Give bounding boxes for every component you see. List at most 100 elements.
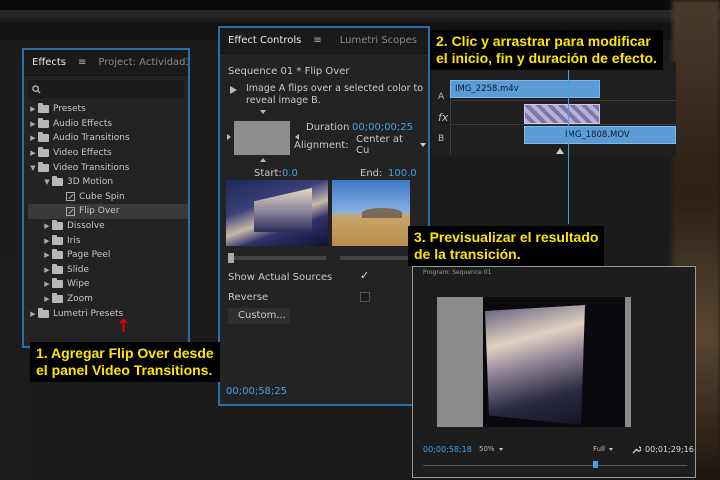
program-scrubber-track[interactable] <box>423 465 687 466</box>
end-value[interactable]: 100.0 <box>388 168 417 179</box>
panel-menu-icon[interactable]: ≡ <box>313 35 321 46</box>
show-actual-sources-checkbox[interactable]: ✓ <box>360 270 372 282</box>
program-playhead-icon[interactable] <box>593 461 598 468</box>
program-zoom-value: 50% <box>479 445 495 453</box>
folder-icon <box>38 103 49 114</box>
effects-tree-item[interactable]: ▶ Audio Effects <box>28 117 188 132</box>
effects-tree-item[interactable]: Cube Spin <box>28 190 188 205</box>
effects-tree-item[interactable]: ▶ Audio Transitions <box>28 131 188 146</box>
tab-project[interactable]: Project: Actividad3 <box>98 57 188 68</box>
sequence-label: Sequence 01 * Flip Over <box>228 66 350 77</box>
track-label-b: B <box>438 134 445 144</box>
landscape-image <box>362 208 402 218</box>
effects-tree-item[interactable]: ▶ Presets <box>28 102 188 117</box>
alignment-label: Alignment: <box>294 140 349 151</box>
start-label: Start: <box>254 168 282 179</box>
tab-effects[interactable]: Effects <box>32 57 66 68</box>
chevron-down-icon[interactable]: ▼ <box>42 178 52 186</box>
effects-tree-item[interactable]: ▶ Zoom <box>28 292 188 307</box>
effects-tree-item[interactable]: ▶ Dissolve <box>28 219 188 234</box>
chevron-right-icon[interactable]: ▶ <box>28 310 38 318</box>
transition-flip-over[interactable] <box>524 104 600 124</box>
end-label: End: <box>360 168 383 179</box>
effects-tree-item[interactable]: ▶ Wipe <box>28 277 188 292</box>
start-value[interactable]: 0.0 <box>282 168 298 179</box>
chevron-right-icon[interactable]: ▶ <box>42 266 52 274</box>
chevron-down-icon[interactable]: ▼ <box>28 164 38 172</box>
start-slider[interactable] <box>230 256 326 260</box>
chevron-right-icon[interactable]: ▶ <box>42 251 52 259</box>
effect-controls-tabbar: Effect Controls ≡ Lumetri Scopes <box>220 28 428 54</box>
wrench-icon[interactable] <box>631 445 641 455</box>
panel-menu-icon[interactable]: ≡ <box>78 57 86 68</box>
chevron-right-icon[interactable]: ▶ <box>42 222 52 230</box>
timeline-playhead[interactable] <box>568 62 569 156</box>
program-timecode-current[interactable]: 00;00;58;18 <box>423 445 472 454</box>
effects-tree-item-label: Audio Transitions <box>53 133 130 144</box>
effects-tree-item-label: 3D Motion <box>67 177 114 188</box>
track-label-a: A <box>438 92 445 102</box>
program-timecode-total: 00;01;29;16 <box>645 445 694 454</box>
effects-tree-item[interactable]: ▶ Video Effects <box>28 146 188 161</box>
effects-tree-item[interactable]: ▼ Video Transitions <box>28 160 188 175</box>
chevron-right-icon[interactable]: ▶ <box>28 134 38 142</box>
program-quality-select[interactable]: Full <box>593 445 613 453</box>
tab-lumetri-scopes[interactable]: Lumetri Scopes <box>340 35 417 46</box>
effects-tree-item[interactable]: Flip Over <box>28 204 188 219</box>
end-slider[interactable] <box>340 256 410 260</box>
folder-icon <box>38 307 49 318</box>
edge-selector-down-icon[interactable] <box>260 158 266 162</box>
reverse-checkbox[interactable] <box>360 292 370 302</box>
callout-step-1-line-2: el panel Video Transitions. <box>36 362 213 378</box>
program-monitor-panel: Program: Sequence 01 00;00;58;18 50% Ful… <box>412 266 696 478</box>
chevron-right-icon[interactable]: ▶ <box>42 280 52 288</box>
custom-button[interactable]: Custom... <box>228 308 290 324</box>
header-strip <box>0 10 720 18</box>
edge-selector-up-icon[interactable] <box>260 110 266 114</box>
alignment-value: Center at Cu <box>356 134 403 156</box>
timeline-panel: A fx B IMG_2258.m4v IMG_1808.MOV <box>432 62 676 156</box>
folder-icon <box>52 234 63 245</box>
show-actual-sources-label: Show Actual Sources <box>228 272 333 283</box>
callout-step-1: 1. Agregar Flip Over desde el panel Vide… <box>30 342 220 382</box>
chevron-right-icon[interactable]: ▶ <box>28 149 38 157</box>
chevron-right-icon[interactable]: ▶ <box>28 120 38 128</box>
effects-tree-item-label: Audio Effects <box>53 118 113 129</box>
folder-icon <box>52 293 63 304</box>
effect-controls-panel: Effect Controls ≡ Lumetri Scopes Sequenc… <box>218 26 430 406</box>
effects-tree-item[interactable]: ▶ Lumetri Presets <box>28 306 188 321</box>
track-row-fx <box>450 124 676 125</box>
duration-value[interactable]: 00;00;00;25 <box>352 122 413 133</box>
alignment-select[interactable]: Center at Cu <box>356 134 426 156</box>
transition-icon <box>66 192 75 202</box>
program-video-view <box>437 297 631 427</box>
chevron-right-icon[interactable]: ▶ <box>42 295 52 303</box>
effects-tree-item-label: Dissolve <box>67 221 105 232</box>
effects-search-input[interactable] <box>28 80 184 98</box>
start-slider-handle[interactable] <box>228 253 234 263</box>
program-monitor-title: Program: Sequence 01 <box>423 269 492 276</box>
effects-tree-item[interactable]: ▶ Page Peel <box>28 248 188 263</box>
effects-tree-item[interactable]: ▶ Slide <box>28 263 188 278</box>
play-transition-icon[interactable] <box>230 86 237 94</box>
clip-b[interactable]: IMG_1808.MOV <box>524 126 676 144</box>
edge-selector-left-icon[interactable] <box>227 134 231 140</box>
callout-step-2: 2. Clic y arrastrar para modificar el in… <box>430 30 663 70</box>
clip-a[interactable]: IMG_2258.m4v <box>450 80 600 98</box>
effects-tabbar: Effects ≡ Project: Actividad3 » <box>24 50 188 76</box>
folder-icon <box>52 278 63 289</box>
effects-tree-item[interactable]: ▶ Iris <box>28 233 188 248</box>
chevron-down-icon <box>498 447 503 451</box>
program-zoom-select[interactable]: 50% <box>479 445 503 453</box>
folder-icon <box>52 263 63 274</box>
tab-effect-controls[interactable]: Effect Controls <box>228 35 301 46</box>
chevron-right-icon[interactable]: ▶ <box>28 105 38 113</box>
folder-icon <box>38 132 49 143</box>
callout-step-2-line-2: el inicio, fin y duración de efecto. <box>436 50 657 66</box>
timeline-playhead-extension <box>568 156 569 224</box>
transition-preview-box <box>234 121 290 155</box>
chevron-down-icon <box>420 143 426 147</box>
folder-icon <box>52 249 63 260</box>
effects-tree-item[interactable]: ▼ 3D Motion <box>28 175 188 190</box>
chevron-right-icon[interactable]: ▶ <box>42 237 52 245</box>
